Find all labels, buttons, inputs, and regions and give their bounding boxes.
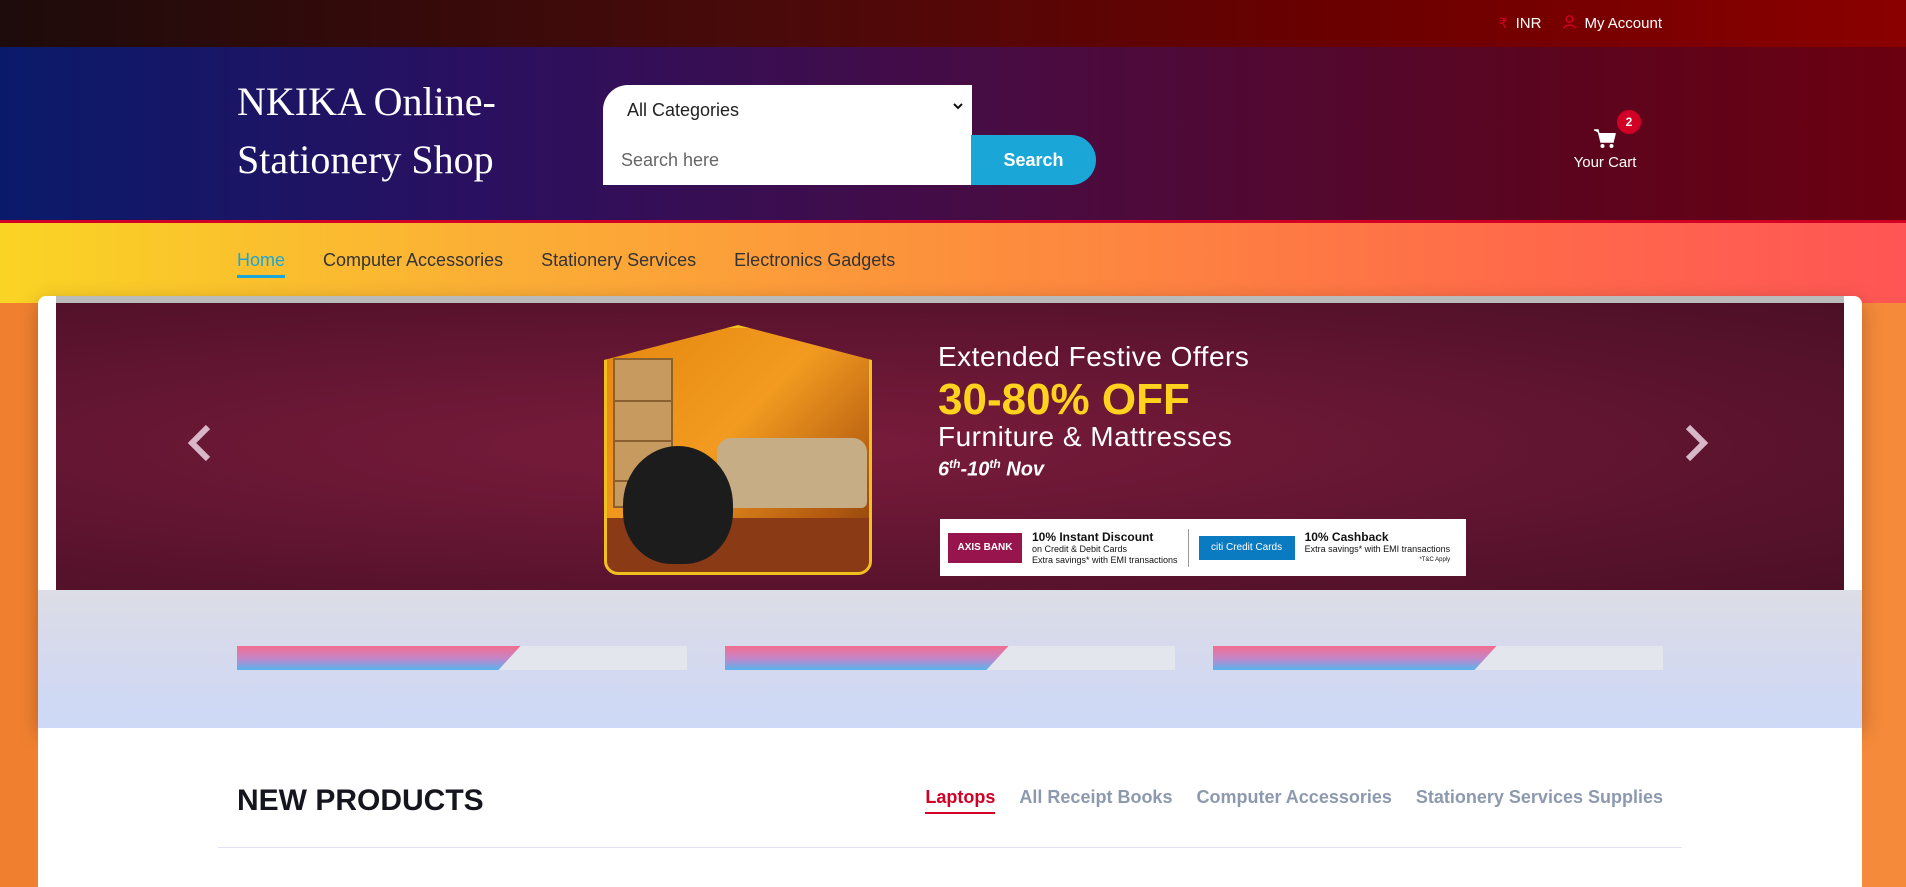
main-navigation: Home Computer Accessories Stationery Ser… (0, 223, 1906, 303)
tab-computer-accessories[interactable]: Computer Accessories (1196, 787, 1391, 814)
rupee-icon: ₹ (1498, 15, 1508, 31)
site-logo[interactable]: NKIKA Online-Stationery Shop (237, 73, 567, 189)
slide-indicator-1[interactable] (237, 646, 687, 670)
product-category-tabs: Laptops All Receipt Books Computer Acces… (925, 787, 1663, 814)
furniture-image (604, 325, 872, 575)
date-end: -10 (960, 458, 990, 481)
slide-indicator-3[interactable] (1213, 646, 1663, 670)
offer-category: Furniture & Mattresses (938, 421, 1233, 452)
tab-stationery-services-supplies[interactable]: Stationery Services Supplies (1416, 787, 1663, 814)
bank-divider (1187, 528, 1189, 567)
axis-bank-logo: AXIS BANK (948, 532, 1022, 563)
axis-offer: 10% Instant Discount on Credit & Debit C… (1032, 530, 1178, 566)
offer-text: Extended Festive Offers 30-80% OFF Furni… (938, 341, 1249, 482)
offer-heading: Extended Festive Offers (938, 341, 1250, 372)
hero-panel: Extended Festive Offers 30-80% OFF Furni… (38, 296, 1862, 728)
section-title: NEW PRODUCTS (237, 784, 484, 817)
chevron-down-icon (952, 99, 964, 117)
chevron-right-icon[interactable] (1684, 423, 1710, 474)
top-links: ₹ INR My Account (1499, 0, 1662, 47)
slide-indicator-fill (237, 646, 521, 670)
nav-item-electronics-gadgets[interactable]: Electronics Gadgets (734, 250, 895, 278)
currency-link[interactable]: ₹ INR (1499, 15, 1542, 32)
sofa-shape (717, 438, 867, 508)
cart-label: Your Cart (1573, 154, 1637, 171)
category-selected: All Categories (627, 99, 740, 120)
cart-count-badge: 2 (1617, 110, 1641, 134)
axis-offer-line1: on Credit & Debit Cards (1032, 543, 1128, 554)
section-divider (218, 847, 1682, 848)
cart-link[interactable]: 2 Your Cart (1565, 85, 1645, 171)
nav-list: Home Computer Accessories Stationery Ser… (237, 250, 895, 278)
my-account-label: My Account (1584, 15, 1662, 32)
tab-all-receipt-books[interactable]: All Receipt Books (1019, 787, 1172, 814)
currency-label: INR (1515, 15, 1542, 32)
promo-banner[interactable]: Extended Festive Offers 30-80% OFF Furni… (56, 303, 1844, 590)
tab-laptops[interactable]: Laptops (925, 787, 996, 814)
shopping-cart-icon (1594, 129, 1616, 154)
search-input[interactable] (603, 135, 972, 185)
beanbag-shape (623, 446, 733, 564)
axis-offer-line2: Extra savings* with EMI transactions (1032, 554, 1178, 565)
new-products-section: NEW PRODUCTS Laptops All Receipt Books C… (38, 728, 1862, 887)
slide-indicator-fill (725, 646, 1009, 670)
nav-item-computer-accessories[interactable]: Computer Accessories (323, 250, 503, 278)
date-end-sup: th (989, 457, 1001, 471)
date-start-sup: th (949, 457, 961, 471)
user-icon (1563, 15, 1577, 32)
date-start: 6 (938, 458, 950, 481)
category-select[interactable]: All Categories (603, 85, 972, 135)
my-account-link[interactable]: My Account (1563, 15, 1662, 32)
tnc-note: *T&C Apply (1419, 556, 1451, 563)
offer-dates: 6th-10th Nov (938, 457, 1249, 482)
axis-offer-title: 10% Instant Discount (1032, 529, 1154, 544)
slider-top-strip (56, 296, 1844, 303)
top-bar: ₹ INR My Account (0, 0, 1906, 47)
nav-item-home[interactable]: Home (237, 250, 286, 278)
citi-offer: 10% Cashback Extra savings* with EMI tra… (1305, 530, 1451, 566)
citi-offer-line1: Extra savings* with EMI transactions (1304, 543, 1451, 554)
bank-offers: AXIS BANK 10% Instant Discount on Credit… (940, 519, 1466, 576)
header: NKIKA Online-Stationery Shop All Categor… (0, 47, 1906, 223)
citi-logo: citi Credit Cards (1198, 535, 1295, 560)
offer-discount: 30-80% OFF (938, 375, 1190, 424)
slide-indicator-fill (1213, 646, 1497, 670)
chevron-left-icon[interactable] (186, 423, 212, 474)
nav-item-stationery-services[interactable]: Stationery Services (541, 250, 696, 278)
search-button[interactable]: Search (971, 135, 1096, 185)
date-month: Nov (1000, 458, 1045, 481)
citi-offer-title: 10% Cashback (1304, 529, 1389, 544)
slider-indicators (38, 590, 1862, 728)
slide-indicator-2[interactable] (725, 646, 1175, 670)
